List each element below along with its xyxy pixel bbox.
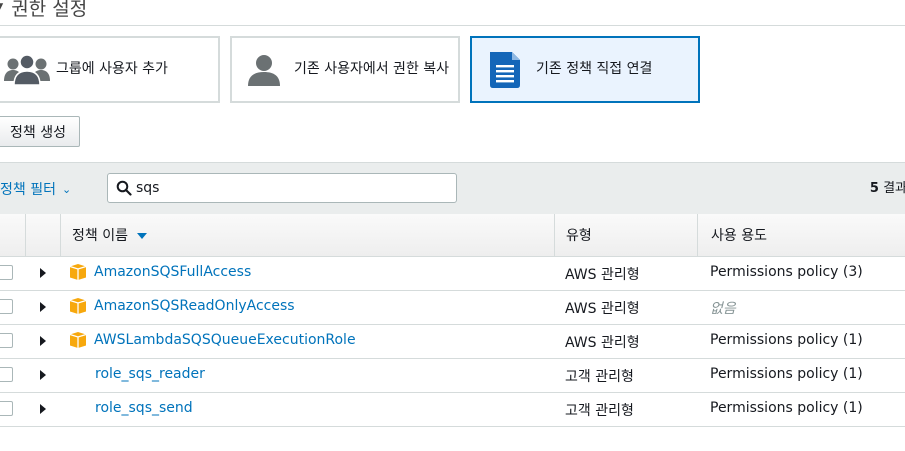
policy-name-link[interactable]: AmazonSQSReadOnlyAccess	[94, 298, 295, 314]
policy-type: AWS 관리형	[565, 301, 640, 317]
policy-name-link[interactable]: role_sqs_send	[95, 400, 193, 416]
chevron-down-icon: ⌄	[61, 182, 72, 196]
column-divider	[554, 214, 555, 256]
policy-name-link[interactable]: AmazonSQSFullAccess	[94, 264, 251, 280]
policy-usage: Permissions policy (3)	[710, 264, 863, 280]
table-row: AmazonSQSReadOnlyAccess AWS 관리형 없음	[0, 290, 905, 325]
option-label: 그룹에 사용자 추가	[56, 61, 168, 77]
policy-filter-label: 정책 필터	[0, 182, 56, 198]
aws-package-icon	[69, 264, 87, 280]
sort-desc-icon	[136, 233, 147, 239]
filter-bar: 정책 필터 ⌄ 5 결과	[0, 162, 905, 216]
column-header-label: 유형	[566, 228, 592, 244]
policy-type: AWS 관리형	[565, 335, 640, 351]
result-count-number: 5	[869, 181, 879, 196]
column-header-type[interactable]: 유형	[566, 214, 592, 256]
policy-usage: 없음	[710, 301, 736, 317]
user-icon	[248, 54, 280, 86]
policy-usage: Permissions policy (1)	[710, 332, 863, 348]
row-checkbox[interactable]	[0, 333, 13, 348]
table-header: 정책 이름 유형 사용 용도	[0, 214, 905, 257]
column-header-policy-name[interactable]: 정책 이름	[72, 214, 147, 256]
option-copy-permissions[interactable]: 기존 사용자에서 권한 복사	[230, 36, 460, 103]
option-attach-policies[interactable]: 기존 정책 직접 연결	[470, 36, 700, 103]
table-row: role_sqs_reader 고객 관리형 Permissions polic…	[0, 358, 905, 393]
policy-type: AWS 관리형	[565, 267, 640, 283]
column-header-used-as[interactable]: 사용 용도	[711, 214, 767, 256]
table-row: AmazonSQSFullAccess AWS 관리형 Permissions …	[0, 256, 905, 291]
policy-name-link[interactable]: AWSLambdaSQSQueueExecutionRole	[94, 332, 356, 348]
policy-name-link[interactable]: role_sqs_reader	[95, 366, 205, 382]
search-input[interactable]	[136, 180, 436, 196]
row-checkbox[interactable]	[0, 299, 13, 314]
option-label: 기존 사용자에서 권한 복사	[294, 61, 450, 77]
aws-package-icon	[69, 298, 87, 314]
result-count-suffix: 결과	[883, 181, 905, 196]
row-checkbox[interactable]	[0, 401, 13, 416]
section-title: 권한 설정	[11, 0, 88, 20]
expand-arrow-icon[interactable]	[40, 370, 46, 380]
expand-arrow-icon[interactable]	[40, 268, 46, 278]
aws-package-icon	[69, 332, 87, 348]
document-icon	[490, 51, 520, 88]
policy-type: 고객 관리형	[565, 403, 634, 419]
expand-arrow-icon[interactable]	[40, 302, 46, 312]
create-policy-button[interactable]: 정책 생성	[0, 116, 80, 147]
result-count: 5 결과	[870, 177, 905, 196]
column-header-label: 정책 이름	[72, 228, 128, 244]
policy-usage: Permissions policy (1)	[710, 366, 863, 382]
column-divider	[697, 214, 698, 256]
divider	[0, 25, 905, 26]
policy-filter-dropdown[interactable]: 정책 필터 ⌄	[0, 179, 71, 199]
row-checkbox[interactable]	[0, 265, 13, 280]
policy-type: 고객 관리형	[565, 369, 634, 385]
table-row: role_sqs_send 고객 관리형 Permissions policy …	[0, 392, 905, 427]
chevron-down-icon: ▼	[0, 0, 3, 14]
table-row: AWSLambdaSQSQueueExecutionRole AWS 관리형 P…	[0, 324, 905, 359]
users-group-icon	[4, 53, 50, 86]
option-label: 기존 정책 직접 연결	[536, 61, 653, 77]
column-divider	[25, 214, 26, 256]
policy-usage: Permissions policy (1)	[710, 400, 863, 416]
search-box[interactable]	[107, 173, 457, 203]
column-header-label: 사용 용도	[711, 228, 767, 244]
expand-arrow-icon[interactable]	[40, 336, 46, 346]
section-header[interactable]: ▼ 권한 설정	[0, 0, 87, 20]
search-icon	[116, 180, 132, 196]
row-checkbox[interactable]	[0, 367, 13, 382]
option-add-to-group[interactable]: 그룹에 사용자 추가	[0, 36, 220, 103]
column-divider	[60, 214, 61, 256]
expand-arrow-icon[interactable]	[40, 404, 46, 414]
